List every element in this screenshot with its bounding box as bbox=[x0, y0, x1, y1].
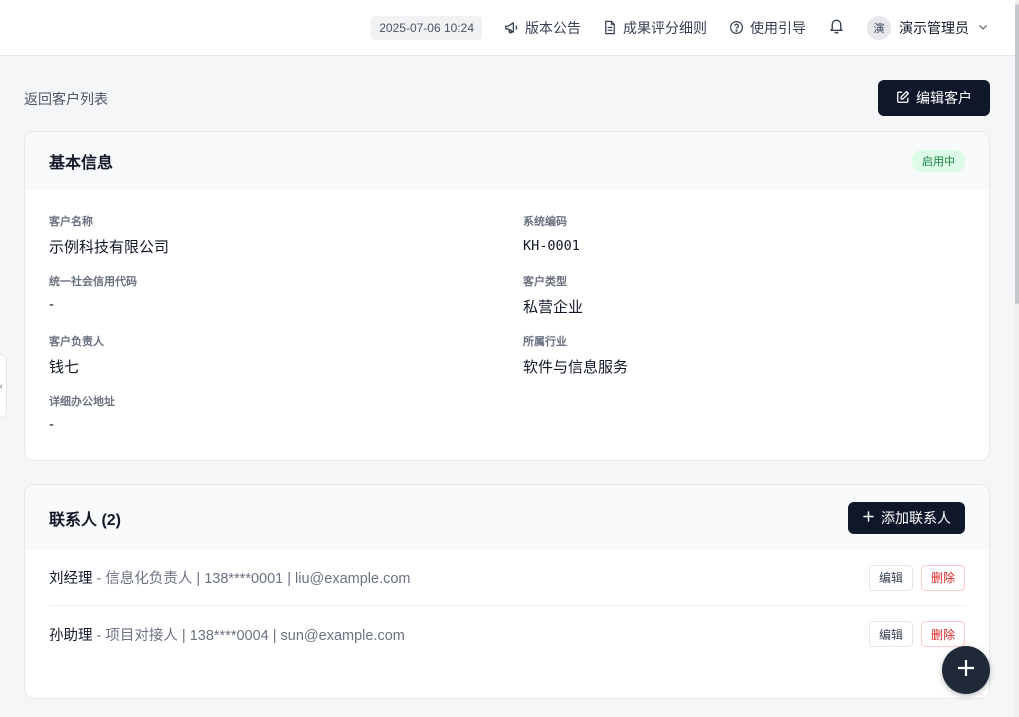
field-office-address: 详细办公地址 - bbox=[49, 393, 469, 433]
basic-info-header: 基本信息 启用中 bbox=[25, 132, 989, 190]
scoring-rules-link[interactable]: 成果评分细则 bbox=[603, 18, 707, 38]
plus-icon bbox=[955, 657, 977, 684]
sidebar-toggle-handle[interactable]: ‹ bbox=[0, 354, 7, 418]
floating-add-button[interactable] bbox=[942, 646, 990, 694]
edit-contact-button[interactable]: 编辑 bbox=[868, 564, 913, 591]
back-to-customer-list-link[interactable]: 返回客户列表 bbox=[24, 89, 108, 109]
list-item: 孙助理 - 项目对接人 | 138****0004 | sun@example.… bbox=[49, 606, 965, 662]
field-value: KH-0001 bbox=[523, 238, 580, 254]
delete-contact-button[interactable]: 删除 bbox=[920, 564, 965, 591]
datetime-display: 2025-07-06 10:24 bbox=[371, 15, 482, 40]
version-announcement-label: 版本公告 bbox=[525, 19, 581, 36]
field-value: - bbox=[49, 416, 54, 433]
user-guide-label: 使用引导 bbox=[750, 19, 806, 36]
contact-info: 孙助理 - 项目对接人 | 138****0004 | sun@example.… bbox=[49, 624, 405, 645]
add-contact-button[interactable]: 添加联系人 bbox=[848, 501, 965, 534]
field-value: - bbox=[49, 296, 54, 313]
row-actions: 编辑 删除 bbox=[868, 564, 965, 591]
field-label: 详细办公地址 bbox=[49, 396, 115, 408]
user-guide-link[interactable]: 使用引导 bbox=[729, 18, 806, 38]
megaphone-icon bbox=[504, 20, 519, 35]
edit-contact-button[interactable]: 编辑 bbox=[868, 621, 913, 647]
field-label: 系统编码 bbox=[523, 216, 567, 228]
add-contact-label: 添加联系人 bbox=[881, 509, 951, 526]
field-industry: 所属行业 软件与信息服务 bbox=[523, 333, 943, 377]
list-item: 刘经理 - 信息化负责人 | 138****0001 | liu@example… bbox=[49, 550, 965, 606]
basic-info-title: 基本信息 bbox=[49, 155, 114, 172]
field-customer-type: 客户类型 私营企业 bbox=[523, 273, 943, 317]
row-actions: 编辑 删除 bbox=[868, 621, 965, 647]
avatar: 演 bbox=[867, 15, 891, 40]
field-credit-code: 统一社会信用代码 - bbox=[49, 273, 469, 313]
basic-info-card: 基本信息 启用中 客户名称 示例科技有限公司 系统编码 KH-0001 统一社会… bbox=[24, 131, 990, 461]
edit-icon bbox=[896, 90, 910, 107]
contact-info: 刘经理 - 信息化负责人 | 138****0001 | liu@example… bbox=[49, 567, 411, 588]
contacts-header: 联系人 (2) 添加联系人 bbox=[25, 485, 989, 550]
field-value: 软件与信息服务 bbox=[523, 359, 629, 376]
bell-icon bbox=[828, 17, 845, 39]
contact-detail: - 项目对接人 | 138****0004 | sun@example.com bbox=[92, 627, 405, 644]
user-name: 演示管理员 bbox=[899, 19, 969, 36]
chevron-left-icon: ‹ bbox=[0, 381, 3, 392]
contact-detail: - 信息化负责人 | 138****0001 | liu@example.com bbox=[92, 571, 411, 587]
field-customer-owner: 客户负责人 钱七 bbox=[49, 333, 469, 377]
field-system-code: 系统编码 KH-0001 bbox=[523, 213, 943, 254]
contact-list: 刘经理 - 信息化负责人 | 138****0001 | liu@example… bbox=[25, 550, 989, 662]
field-value: 示例科技有限公司 bbox=[49, 239, 170, 256]
document-icon bbox=[603, 20, 617, 35]
edit-customer-button[interactable]: 编辑客户 bbox=[878, 80, 990, 116]
field-label: 统一社会信用代码 bbox=[49, 276, 137, 288]
user-menu[interactable]: 演 演示管理员 bbox=[867, 15, 989, 40]
field-customer-name: 客户名称 示例科技有限公司 bbox=[49, 213, 469, 257]
page-scrollbar[interactable] bbox=[1015, 0, 1019, 717]
help-circle-icon bbox=[729, 20, 744, 35]
contacts-card: 联系人 (2) 添加联系人 刘经理 - 信息化负责人 | 138****0001… bbox=[24, 484, 990, 699]
status-badge: 启用中 bbox=[912, 150, 965, 172]
notification-button[interactable] bbox=[828, 17, 845, 39]
field-value: 私营企业 bbox=[523, 299, 584, 316]
edit-customer-label: 编辑客户 bbox=[916, 90, 972, 106]
delete-contact-button[interactable]: 删除 bbox=[920, 621, 965, 647]
plus-icon bbox=[862, 510, 875, 526]
chevron-down-icon bbox=[977, 20, 989, 36]
contact-name: 孙助理 bbox=[49, 627, 93, 644]
field-label: 客户负责人 bbox=[49, 336, 104, 348]
field-label: 所属行业 bbox=[523, 336, 567, 348]
contacts-title: 联系人 (2) bbox=[49, 511, 122, 529]
field-label: 客户名称 bbox=[49, 216, 93, 228]
scrollbar-thumb[interactable] bbox=[1015, 4, 1019, 304]
field-value: 钱七 bbox=[49, 359, 80, 376]
scoring-rules-label: 成果评分细则 bbox=[623, 19, 707, 36]
contact-name: 刘经理 bbox=[49, 571, 93, 587]
version-announcement-link[interactable]: 版本公告 bbox=[504, 18, 581, 38]
field-label: 客户类型 bbox=[523, 276, 567, 288]
top-bar: 2025-07-06 10:24 版本公告 成果评分细则 使用引导 演 演示管理… bbox=[0, 0, 1015, 56]
basic-info-body: 客户名称 示例科技有限公司 系统编码 KH-0001 统一社会信用代码 - 客户… bbox=[25, 190, 989, 460]
